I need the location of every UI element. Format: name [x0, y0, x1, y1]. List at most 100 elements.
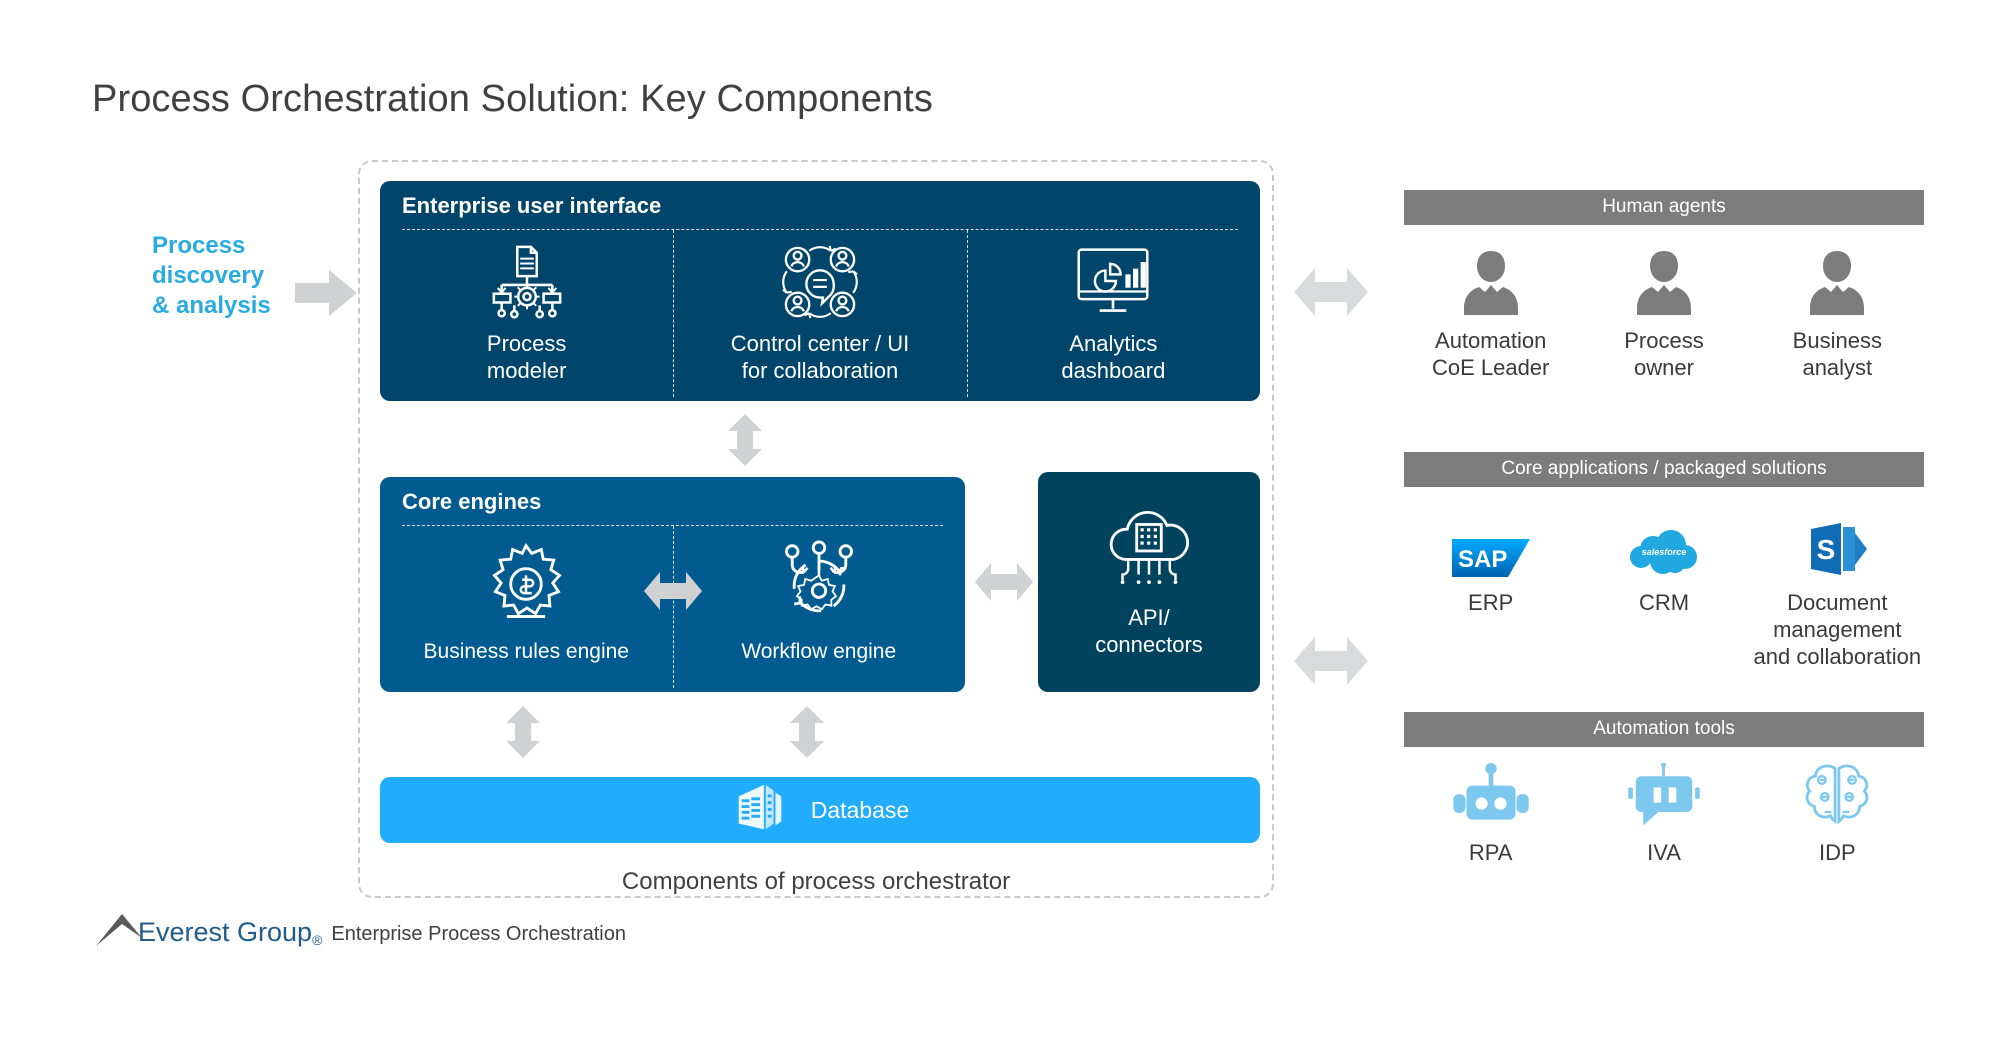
footer: Everest Group ® Enterprise Process Orche… [96, 912, 626, 948]
chatbot-icon [1626, 757, 1702, 829]
tile-label-line1: RPA [1468, 840, 1513, 865]
tile-label-line3: and collaboration [1753, 644, 1922, 669]
svg-text:S: S [1817, 534, 1836, 565]
brand-name: Everest Group [138, 917, 313, 947]
process-modeler-icon [488, 240, 566, 324]
svg-text:SAP: SAP [1458, 546, 1507, 573]
registered-mark: ® [312, 932, 323, 948]
api-connectors-panel[interactable]: API/ connectors [1038, 472, 1260, 692]
tile-label-line1: IVA [1647, 840, 1681, 865]
sap-logo-icon: SAP [1451, 501, 1530, 579]
enterprise-user-interface-panel: Enterprise user interface Process modele… [380, 181, 1260, 401]
tile-label: Business rules engine [423, 640, 629, 663]
api-label-line2: connectors [1095, 631, 1203, 657]
tile-label-line1: Analytics [1069, 331, 1158, 356]
inbound-arrow-icon [295, 270, 357, 316]
process-discovery-line3: & analysis [152, 292, 271, 319]
tile-label: IDP [1819, 839, 1856, 866]
robot-icon [1451, 757, 1531, 829]
tile-document-management[interactable]: S Document management and collaboration [1751, 501, 1924, 670]
tile-business-rules-engine[interactable]: Business rules engine [380, 526, 673, 692]
tile-label: ERP [1468, 589, 1513, 616]
person-icon [1458, 239, 1524, 317]
group-heading: Core applications / packaged solutions [1404, 452, 1924, 487]
core-engines-heading: Core engines [402, 489, 542, 514]
tile-label-line2: dashboard [1061, 358, 1166, 383]
enterprise-ui-heading: Enterprise user interface [402, 193, 662, 218]
svg-text:salesforce: salesforce [1642, 547, 1687, 557]
tile-idp[interactable]: IDP [1751, 757, 1924, 866]
sharepoint-logo-icon: S [1807, 501, 1868, 579]
orchestrator-caption: Components of process orchestrator [596, 868, 1036, 896]
tile-label-line1: Automation [1435, 328, 1547, 353]
tile-label-line1: Process [486, 331, 567, 356]
tile-automation-coe-leader[interactable]: Automation CoE Leader [1404, 239, 1577, 381]
tile-process-modeler[interactable]: Process modeler [380, 230, 673, 401]
tile-label-line1: ERP [1468, 590, 1514, 615]
tile-label: Process owner [1624, 327, 1703, 381]
tile-label: CRM [1639, 589, 1689, 616]
tile-label: Control center / UI for collaboration [731, 330, 910, 384]
group-heading: Automation tools [1404, 712, 1924, 747]
tile-label: Process modeler [487, 330, 566, 384]
tile-label: IVA [1647, 839, 1681, 866]
workflow-gear-icon [775, 536, 863, 632]
tile-label-line2: owner [1634, 355, 1694, 380]
everest-group-logo: Everest Group ® [138, 917, 322, 948]
tile-label: Document management and collaboration [1754, 589, 1922, 670]
analytics-dashboard-icon [1073, 240, 1153, 324]
cloud-api-icon [1097, 507, 1201, 598]
tile-label-line2: modeler [486, 358, 567, 383]
tile-label: Analytics dashboard [1061, 330, 1165, 384]
page-title: Process Orchestration Solution: Key Comp… [92, 78, 934, 120]
tile-analytics-dashboard[interactable]: Analytics dashboard [966, 230, 1260, 401]
group-automation-tools: Automation tools RPA IVA IDP [1404, 712, 1924, 866]
tile-label-line2: CoE Leader [1431, 355, 1550, 380]
tile-iva[interactable]: IVA [1577, 757, 1750, 866]
api-connectors-label: API/ connectors [1095, 604, 1203, 658]
api-label-line1: API/ [1128, 604, 1170, 630]
api-to-apps-arrow-icon [1294, 637, 1368, 685]
everest-peak-icon [96, 914, 142, 946]
tile-label-line1: Process [1624, 328, 1704, 353]
database-icon [731, 779, 789, 842]
vertical-double-arrow-icon [790, 706, 824, 758]
footer-subtitle: Enterprise Process Orchestration [331, 923, 626, 945]
tile-control-center[interactable]: Control center / UI for collaboration [673, 230, 966, 401]
tile-label-line2: analyst [1802, 355, 1873, 380]
collaboration-users-icon [779, 240, 861, 324]
tile-business-analyst[interactable]: Business analyst [1751, 239, 1924, 381]
tile-label-line1: Control center / UI [730, 331, 910, 356]
tile-label-line1: CRM [1638, 590, 1690, 615]
tile-label: Workflow engine [741, 640, 897, 663]
person-icon [1631, 239, 1697, 317]
tile-label-line1: Business [1792, 328, 1882, 353]
tile-label: RPA [1469, 839, 1513, 866]
business-rules-gear-icon [482, 536, 570, 632]
process-discovery-line2: discovery [152, 262, 265, 289]
tile-label-line2: management [1773, 617, 1902, 642]
group-human-agents: Human agents Automation CoE Leader Proce… [1404, 190, 1924, 381]
tile-workflow-engine[interactable]: Workflow engine [672, 526, 966, 692]
core-to-api-arrow-icon [975, 563, 1033, 601]
database-bar[interactable]: Database [380, 777, 1260, 843]
person-icon [1804, 239, 1870, 317]
tile-label-line1: Document [1787, 590, 1888, 615]
horizontal-double-arrow-icon [644, 572, 702, 610]
tile-erp[interactable]: SAP ERP [1404, 501, 1577, 670]
vertical-double-arrow-icon [728, 414, 762, 466]
tile-label: Automation CoE Leader [1432, 327, 1549, 381]
tile-label-line2: for collaboration [741, 358, 899, 383]
tile-label-line1: IDP [1818, 840, 1856, 865]
database-label: Database [810, 796, 910, 823]
tile-label: Business analyst [1793, 327, 1882, 381]
vertical-double-arrow-icon [506, 706, 540, 758]
tile-crm[interactable]: salesforce CRM [1577, 501, 1750, 670]
tile-rpa[interactable]: RPA [1404, 757, 1577, 866]
slide-canvas: Process Orchestration Solution: Key Comp… [0, 0, 2000, 1047]
process-discovery-label: Process discovery & analysis [152, 231, 302, 321]
salesforce-logo-icon: salesforce [1627, 501, 1701, 579]
ui-to-human-agents-arrow-icon [1294, 268, 1368, 316]
brain-circuit-icon [1804, 757, 1870, 829]
tile-process-owner[interactable]: Process owner [1577, 239, 1750, 381]
